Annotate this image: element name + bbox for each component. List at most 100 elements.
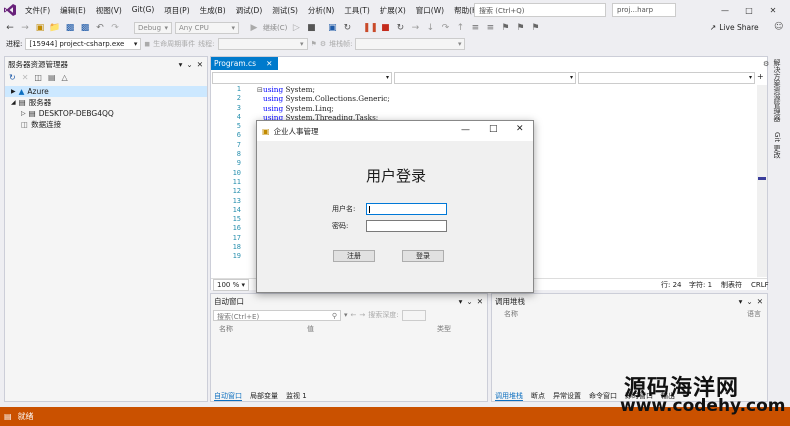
member-nav-dropdown[interactable]: ▾ <box>578 72 755 84</box>
bookmark-icon[interactable]: ⚑ <box>499 22 511 34</box>
minimize-icon[interactable]: — <box>461 125 470 135</box>
configuration-dropdown[interactable]: Debug ▾ <box>134 22 172 34</box>
save-icon[interactable]: ▩ <box>64 22 76 34</box>
collapse-region-icon[interactable]: ⊟ <box>257 86 263 94</box>
thread-dropdown[interactable]: ▾ <box>217 38 308 50</box>
stop-refresh-icon[interactable]: ✕ <box>22 73 29 82</box>
save-all-icon[interactable]: ▩ <box>79 22 91 34</box>
autos-search-input[interactable]: 搜索(Ctrl+E) ⚲ <box>213 309 341 321</box>
menu-item[interactable]: 扩展(X) <box>375 5 411 16</box>
bookmark-next-icon[interactable]: ⚑ <box>529 22 541 34</box>
split-editor-icon[interactable]: + <box>757 72 764 81</box>
menu-item[interactable]: 编辑(E) <box>55 5 91 16</box>
username-field[interactable] <box>366 203 447 215</box>
search-next-icon[interactable]: → <box>359 311 365 319</box>
expand-arrow-icon[interactable]: ▶ <box>11 88 16 95</box>
stackframe-dropdown[interactable]: ▾ <box>355 38 466 50</box>
search-input[interactable]: 搜索 (Ctrl+Q) <box>474 3 606 17</box>
close-icon[interactable]: ✕ <box>757 297 763 306</box>
process-dropdown[interactable]: [15944] project-csharp.exe ▾ <box>25 38 142 50</box>
step-over-icon[interactable]: ↷ <box>439 22 451 34</box>
eol-indicator[interactable]: CRLF <box>751 281 769 289</box>
continue-button[interactable]: 继续(C) <box>263 23 287 33</box>
tab-git-changes[interactable]: Git 更改 <box>772 129 782 161</box>
stop-icon[interactable]: ■ <box>379 22 391 34</box>
thread-filter-icon[interactable]: ⚙ <box>320 40 326 48</box>
menu-item[interactable]: 文件(F) <box>20 5 55 16</box>
close-icon[interactable]: ✕ <box>766 3 780 17</box>
maximize-icon[interactable]: □ <box>489 124 498 134</box>
settings-gear-icon[interactable]: ⚙ <box>763 60 769 68</box>
diagnostic-icon[interactable]: ■ <box>305 22 317 34</box>
comment-icon[interactable]: ≡ <box>484 22 496 34</box>
col-name[interactable]: 名称 <box>219 324 233 334</box>
lifecycle-icon[interactable]: ◼ <box>144 40 150 48</box>
connect-server-icon[interactable]: ▤ <box>48 73 56 82</box>
new-project-icon[interactable]: ▣ <box>34 22 46 34</box>
bookmark-prev-icon[interactable]: ⚑ <box>514 22 526 34</box>
tree-item-data-connections[interactable]: ◫ 数据连接 <box>5 119 207 130</box>
password-field[interactable] <box>366 220 447 232</box>
menu-item[interactable]: 分析(N) <box>303 5 339 16</box>
connect-database-icon[interactable]: ◫ <box>34 73 42 82</box>
feedback-icon[interactable]: ☺ <box>774 22 783 32</box>
tab-call-stack[interactable]: 调用堆栈 <box>495 391 523 401</box>
back-arrow-icon[interactable]: ← <box>4 22 16 34</box>
tab-command-window[interactable]: 命令窗口 <box>589 391 617 401</box>
restart-icon[interactable]: ↻ <box>394 22 406 34</box>
tab-exception-settings[interactable]: 异常设置 <box>553 391 581 401</box>
menu-item[interactable]: 调试(D) <box>231 5 268 16</box>
close-icon[interactable]: ✕ <box>197 60 203 69</box>
tree-item-desktop[interactable]: ▷ ▤ DESKTOP-DEBG4QQ <box>5 108 207 119</box>
tree-item-servers[interactable]: ◢ ▤ 服务器 <box>5 97 207 108</box>
menu-item[interactable]: 视图(V) <box>91 5 127 16</box>
menu-item[interactable]: 窗口(W) <box>411 5 449 16</box>
menu-item[interactable]: Git(G) <box>127 5 160 16</box>
code-area[interactable]: using System; using System.Collections.G… <box>263 85 390 122</box>
undo-icon[interactable]: ↶ <box>94 22 106 34</box>
pin-icon[interactable]: ⌄ <box>746 297 752 306</box>
open-folder-icon[interactable]: 📁 <box>49 22 61 34</box>
step-out-icon[interactable]: ↑ <box>454 22 466 34</box>
connect-azure-icon[interactable]: △ <box>62 73 68 82</box>
tab-watch-1[interactable]: 监视 1 <box>286 391 307 401</box>
register-button[interactable]: 注册 <box>333 250 375 262</box>
close-icon[interactable]: ✕ <box>477 297 483 306</box>
search-depth-dropdown[interactable] <box>401 309 426 321</box>
close-tab-icon[interactable]: ✕ <box>266 59 272 68</box>
login-button[interactable]: 登录 <box>402 250 444 262</box>
col-value[interactable]: 值 <box>307 324 314 334</box>
search-options-icon[interactable]: ▾ <box>344 311 348 319</box>
vertical-scrollbar[interactable] <box>757 85 767 277</box>
tab-locals[interactable]: 局部变量 <box>250 391 278 401</box>
collapse-arrow-icon[interactable]: ◢ <box>11 99 16 106</box>
menu-item[interactable]: 生成(B) <box>195 5 231 16</box>
tabs-mode-indicator[interactable]: 制表符 <box>721 280 742 290</box>
tab-program-cs[interactable]: Program.cs ✕ <box>211 57 278 70</box>
menu-item[interactable]: 工具(T) <box>339 5 374 16</box>
tree-item-azure[interactable]: ▶ ▲ Azure <box>5 86 207 97</box>
col-name[interactable]: 名称 <box>504 309 518 319</box>
expand-arrow-icon[interactable]: ▷ <box>21 110 26 117</box>
search-prev-icon[interactable]: ← <box>351 311 357 319</box>
forward-arrow-icon[interactable]: → <box>19 22 31 34</box>
show-next-statement-icon[interactable]: → <box>409 22 421 34</box>
close-icon[interactable]: ✕ <box>516 124 524 134</box>
run-without-debug-icon[interactable]: ▷ <box>290 22 302 34</box>
project-nav-dropdown[interactable]: ▾ <box>212 72 392 84</box>
hot-reload-icon[interactable]: ↻ <box>341 22 353 34</box>
type-nav-dropdown[interactable]: ▾ <box>394 72 576 84</box>
step-into-icon[interactable]: ↓ <box>424 22 436 34</box>
maximize-icon[interactable]: □ <box>742 3 756 17</box>
flag-thread-icon[interactable]: ⚑ <box>311 40 317 48</box>
platform-dropdown[interactable]: Any CPU ▾ <box>175 22 239 34</box>
continue-play-icon[interactable]: ▶ <box>248 22 260 34</box>
pin-icon[interactable]: ⌄ <box>466 297 472 306</box>
col-type[interactable]: 类型 <box>437 324 451 334</box>
zoom-dropdown[interactable]: 100 % ▾ <box>213 278 249 291</box>
live-share-button[interactable]: ↗ Live Share <box>710 23 759 32</box>
menu-item[interactable]: 测试(S) <box>267 5 303 16</box>
pause-icon[interactable]: ❚❚ <box>363 22 378 34</box>
lifecycle-events-button[interactable]: 生命周期事件 <box>153 39 195 49</box>
screenshot-icon[interactable]: ▣ <box>326 22 338 34</box>
